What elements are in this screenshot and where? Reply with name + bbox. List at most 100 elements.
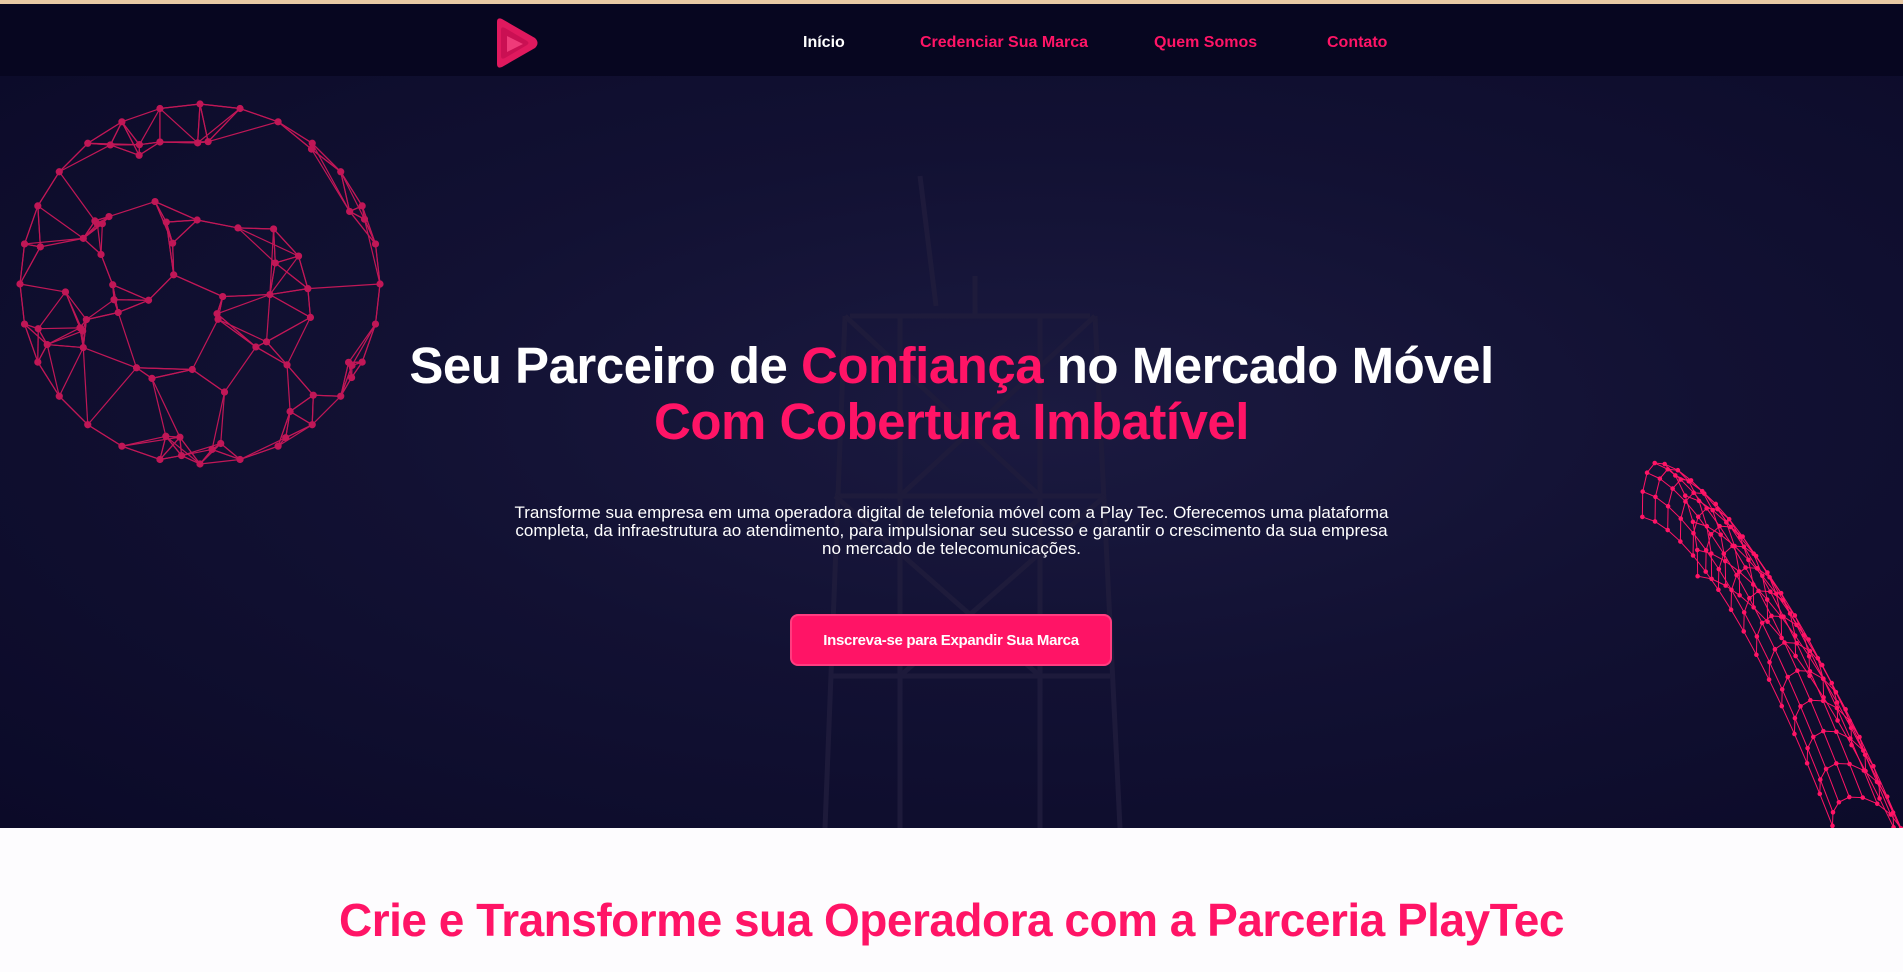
- tube-node: [1728, 524, 1733, 530]
- sphere-node: [360, 215, 369, 223]
- sphere-node: [274, 442, 282, 450]
- tube-node: [1754, 566, 1760, 571]
- sphere-edge: [40, 237, 84, 248]
- tube-edge: [1717, 589, 1732, 610]
- tube-node: [1737, 592, 1742, 598]
- sphere-node: [282, 434, 290, 442]
- sphere-edge: [297, 255, 309, 289]
- nav-link-quem-somos[interactable]: Quem Somos: [1154, 34, 1257, 52]
- sphere-node: [20, 320, 29, 328]
- tube-node: [1708, 551, 1714, 556]
- tube-edge: [1692, 516, 1699, 534]
- sphere-node: [61, 288, 70, 296]
- play-logo-icon[interactable]: [493, 16, 541, 70]
- sphere-edge: [96, 223, 102, 255]
- sphere-node: [346, 207, 354, 216]
- tube-node: [1767, 574, 1772, 580]
- tube-node: [1764, 597, 1770, 602]
- sphere-edge: [222, 293, 270, 298]
- sphere-node: [337, 168, 345, 176]
- sphere-node: [109, 281, 117, 289]
- sphere-node: [34, 358, 42, 366]
- tube-node: [1782, 640, 1787, 645]
- tube-node: [1721, 551, 1727, 557]
- tube-node: [1682, 493, 1688, 499]
- tube-node: [1793, 653, 1798, 659]
- sphere-node: [156, 455, 164, 464]
- tube-node: [1690, 519, 1696, 525]
- tube-node: [1834, 700, 1840, 705]
- sphere-node: [169, 239, 177, 247]
- sphere-edge: [311, 395, 314, 425]
- tube-edge: [1781, 689, 1796, 719]
- hero-title-part1: Seu Parceiro de: [409, 337, 802, 394]
- tube-node: [1821, 728, 1826, 734]
- sphere-edge: [148, 274, 175, 301]
- tube-edge: [1743, 612, 1758, 637]
- tube-node: [1891, 825, 1896, 828]
- tube-node: [1807, 668, 1813, 674]
- tube-node: [1834, 761, 1839, 766]
- tube-node: [1823, 766, 1829, 772]
- sphere-edge: [374, 283, 381, 325]
- tube-node: [1779, 687, 1785, 692]
- sphere-edge: [224, 346, 257, 393]
- sphere-node: [262, 338, 271, 346]
- tube-node: [1806, 637, 1811, 642]
- sphere-node: [308, 139, 316, 147]
- tube-node: [1792, 613, 1798, 618]
- sphere-node: [162, 432, 170, 440]
- sphere-node: [236, 104, 244, 113]
- sphere-node: [266, 290, 274, 299]
- tube-node: [1861, 768, 1867, 773]
- sphere-node: [20, 240, 29, 248]
- sphere-edge: [38, 327, 80, 330]
- tube-edge: [1822, 730, 1837, 764]
- sphere-edge: [58, 144, 111, 173]
- tube-node: [1640, 514, 1645, 520]
- sphere-node: [91, 217, 99, 225]
- sphere-node: [144, 296, 153, 304]
- sphere-edge: [286, 364, 291, 412]
- tube-node: [1708, 531, 1714, 537]
- sphere-edge: [23, 205, 39, 245]
- nav-link-credenciar[interactable]: Credenciar Sua Marca: [920, 34, 1088, 52]
- sphere-edge: [121, 436, 180, 447]
- tube-edge: [1835, 763, 1850, 798]
- wireframe-tube-graphic: [1640, 460, 1903, 828]
- sphere-edge: [237, 227, 299, 257]
- tube-node: [1657, 476, 1663, 481]
- sphere-node: [337, 392, 345, 400]
- sphere-edge: [172, 219, 198, 244]
- sphere-node: [376, 280, 384, 288]
- tube-node: [1807, 648, 1813, 654]
- sphere-edge: [286, 364, 314, 396]
- tube-edge: [1809, 700, 1824, 732]
- tube-node: [1704, 506, 1709, 511]
- nav-link-inicio[interactable]: Início: [803, 34, 845, 52]
- tube-edge: [1685, 501, 1699, 518]
- cta-signup-button[interactable]: Inscreva-se para Expandir Sua Marca: [790, 614, 1112, 666]
- tube-node: [1874, 779, 1880, 785]
- hero-title: Seu Parceiro de Confiança no Mercado Móv…: [350, 338, 1553, 450]
- sphere-edge: [19, 283, 26, 325]
- tube-node: [1716, 587, 1721, 593]
- sphere-edge: [237, 227, 274, 230]
- sphere-node: [151, 197, 159, 206]
- sphere-node: [274, 118, 282, 126]
- sphere-edge: [289, 394, 314, 412]
- sphere-edge: [114, 299, 149, 301]
- sphere-edge: [159, 108, 199, 144]
- tube-node: [1898, 826, 1903, 828]
- sphere-node: [269, 225, 278, 233]
- nav-link-contato[interactable]: Contato: [1327, 34, 1387, 52]
- sphere-node: [306, 313, 315, 322]
- sphere-edge: [277, 411, 291, 447]
- tube-node: [1730, 543, 1735, 549]
- hero-title-part2: no Mercado Móvel: [1043, 337, 1494, 394]
- tube-edge: [1659, 478, 1673, 489]
- sphere-edge: [307, 288, 312, 318]
- sphere-node: [371, 240, 380, 248]
- sphere-edge: [37, 361, 60, 397]
- tube-node: [1688, 478, 1694, 483]
